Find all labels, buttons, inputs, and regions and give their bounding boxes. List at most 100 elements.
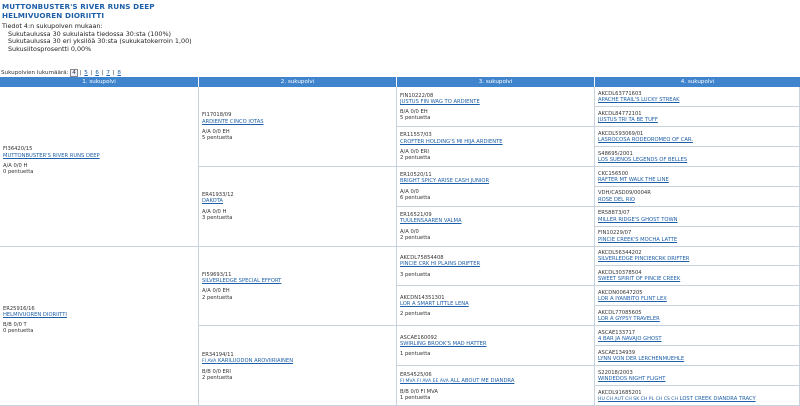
pedigree-cell: CKC156500 RAFTER MT WALK THE LINE: [595, 166, 800, 187]
dog-name-link[interactable]: APACHE TRAIL'S LUCKY STREAK: [598, 97, 797, 103]
pedigree-cell: ER16521/09 TUULENSAAREN VALMA A/A 0/0 2 pen…: [397, 206, 595, 247]
dog-name: CROFTER HOLDING'S MI HIJA ARDIENTE: [400, 138, 503, 145]
title-prefix: FI MVA FI AVA EE AVA: [400, 378, 449, 384]
litter-count: 5 pentuetta: [400, 115, 431, 122]
generation-selector-label: Sukupolvien lukumäärä:: [1, 70, 69, 76]
dog-name-link[interactable]: LOR A IYANBITO FLINT LEX: [598, 296, 797, 302]
generation-option-6[interactable]: 6: [95, 70, 99, 76]
dog-name: JUSTUS FIN WAG TO ARDIENTE: [400, 98, 480, 105]
pedigree-cell: FIN10229/07 PINCIE CREEK'S MOCHA LATTE: [595, 226, 800, 247]
dog-name-link[interactable]: 4 BAR JA NAVAJO GHOST: [598, 336, 797, 342]
litter-count: 2 pentuetta: [400, 311, 431, 318]
dog-name-link[interactable]: FI MVA FI AVA EE AVA ALL ABOUT ME DIANDR…: [400, 378, 592, 385]
dog-name: LOR A GYPSY TRAVELER: [598, 316, 660, 323]
litter-count: 2 pentuetta: [202, 375, 233, 382]
page-header: MUTTONBUSTER'S RIVER RUNS DEEP HELMIVUOR…: [2, 2, 155, 20]
dog-name-link[interactable]: LOR A GYPSY TRAVELER: [598, 316, 797, 322]
litter-count: 1 pentuetta: [400, 351, 431, 358]
column-header-gen4: 4. sukupolvi: [595, 77, 800, 87]
litter-count: 0 pentuetta: [3, 168, 34, 175]
pedigree-cell: FIN10222/08 JUSTUS FIN WAG TO ARDIENTE B/A…: [397, 87, 595, 127]
pedigree-cell: S22018/2003 WINDEDOS NIGHT FLIGHT: [595, 366, 800, 387]
pedigree-cell: AKCDL75854408 PINCIE CRK HI PLAINS DRIFTE…: [397, 246, 595, 287]
pedigree-cell: ER10520/11 BRIGHT SPICY ARISE CASH JUNIOR…: [397, 166, 595, 207]
litter-count: 3 pentuetta: [202, 214, 233, 221]
dog-name-link[interactable]: SWEET SPIRIT OF PINCIE CREEK: [598, 276, 797, 282]
pedigree-cell: S48695/2001 LOS SUEÑOS LEGENDS OF BELLES: [595, 146, 800, 167]
pedigree-cell: ER11557/03 CROFTER HOLDING'S MI HIJA ARDI…: [397, 126, 595, 167]
pedigree-cell: AKCDL77085605 LOR A GYPSY TRAVELER: [595, 306, 800, 327]
dog-name: RAFTER MT WALK THE LINE: [598, 176, 669, 183]
dog-name: BRIGHT SPICY ARISE CASH JUNIOR: [400, 178, 490, 185]
dog-title-dam: HELMIVUOREN DIORIITTI: [2, 11, 105, 20]
litter-count: 3 pentuetta: [400, 271, 431, 278]
pedigree-info: Tiedot 4:n sukupolven mukaan: Sukutaulus…: [2, 22, 192, 53]
dog-name: APACHE TRAIL'S LUCKY STREAK: [598, 96, 680, 103]
dog-name: JUSTUS TRI TA BE TUFF: [598, 116, 658, 123]
litter-count: 0 pentuetta: [3, 328, 34, 335]
dog-name-link[interactable]: HU CH AUT CH SK CH PL CH CS CH LOST CREE…: [598, 396, 797, 403]
litter-count: 2 pentuetta: [202, 294, 233, 301]
dog-name-link[interactable]: LOS SUEÑOS LEGENDS OF BELLES: [598, 157, 797, 163]
pedigree-cell: AKCDL593069/01 LASROCOSA RODEOROMEO OF CA…: [595, 126, 800, 147]
dog-name: HELMIVUOREN DIORIITTI: [3, 312, 67, 319]
dog-name: ROSE DEL RIO: [598, 196, 635, 203]
dog-name: ALL ABOUT ME DIANDRA: [450, 377, 515, 384]
dog-name-link[interactable]: ROSE DEL RIO: [598, 197, 797, 203]
pedigree-cell: ER41933/12 DAKOTA A/A 0/0 H3 pentuetta: [199, 166, 397, 247]
pedigree-cell: AKCDL84772101 JUSTUS TRI TA BE TUFF: [595, 106, 800, 127]
litter-count: 2 pentuetta: [400, 234, 431, 241]
column-header-gen1: 1. sukupolvi: [0, 77, 199, 87]
dog-name-link[interactable]: PINCIE CREEK'S MOCHA LATTE: [598, 237, 797, 243]
litter-count: 2 pentuetta: [400, 155, 431, 162]
pedigree-cell: AKCDN00647205 LOR A IYANBITO FLINT LEX: [595, 286, 800, 307]
litter-count: 1 pentuetta: [400, 395, 431, 402]
dog-name: MILLER RIDGE'S GHOST TOWN: [598, 216, 678, 223]
generation-option-5[interactable]: 5: [84, 70, 88, 76]
dog-name-link[interactable]: JUSTUS TRI TA BE TUFF: [598, 117, 797, 123]
pedigree-cell: AKCDL63771603 APACHE TRAIL'S LUCKY STREAK: [595, 87, 800, 107]
generation-option-4[interactable]: 4: [70, 69, 78, 77]
dog-name: WINDEDOS NIGHT FLIGHT: [598, 376, 666, 383]
dog-name: LOS SUEÑOS LEGENDS OF BELLES: [598, 156, 688, 163]
dog-name-link[interactable]: FI AVA KARILUODON AROVIIRIAINEN: [202, 358, 394, 365]
pedigree-cell: ASCAE134939 LYNN VON DER LERCHENMUEHLE: [595, 346, 800, 367]
pedigree-cell: FI36420/15 MUTTONBUSTER'S RIVER RUNS DEEP…: [0, 87, 199, 247]
pedigree-cell: ER25916/16 HELMIVUOREN DIORIITTI B/B 0/0 T…: [0, 246, 199, 406]
dog-name-link[interactable]: RAFTER MT WALK THE LINE: [598, 177, 797, 183]
pedigree-cell: AKCDL56344202 SILVERLEDGE PINCIERCRK DRIF…: [595, 246, 800, 267]
generation-selector: Sukupolvien lukumäärä: 4 | 5 | 6 | 7 | 8: [1, 69, 121, 77]
pedigree-cell: ER34194/11 FI AVA KARILUODON AROVIIRIAINE…: [199, 326, 397, 406]
dog-name: KARILUODON AROVIIRIAINEN: [217, 357, 294, 364]
dog-name: LYNN VON DER LERCHENMUEHLE: [598, 356, 685, 363]
dog-name: LASROCOSA RODEOROMEO OF CAR.: [598, 136, 694, 143]
dog-name-link[interactable]: LYNN VON DER LERCHENMUEHLE: [598, 356, 797, 362]
pedigree-table: 1. sukupolvi 2. sukupolvi 3. sukupolvi 4…: [0, 77, 800, 406]
litter-count: 6 pentuetta: [400, 194, 431, 201]
pedigree-cell: ER58873/07 MILLER RIDGE'S GHOST TOWN: [595, 206, 800, 227]
dog-name: SWIRLING BROOK'S MAD HATTER: [400, 341, 487, 348]
dog-name-link[interactable]: LASROCOSA RODEOROMEO OF CAR.: [598, 137, 797, 143]
info-line-inbreeding: Sukusiitosprosentti 0,00%: [8, 44, 92, 53]
dog-name: PINCIE CRK HI PLAINS DRIFTER: [400, 261, 481, 268]
pedigree-cell: AKCDL30378504 SWEET SPIRIT OF PINCIE CREE…: [595, 266, 800, 287]
dog-name: PINCIE CREEK'S MOCHA LATTE: [598, 236, 678, 243]
generation-option-7[interactable]: 7: [106, 70, 110, 76]
pedigree-cell: AKCDN14351301 LOR A SMART LITTLE LENA 2 pe…: [397, 286, 595, 327]
dog-name-link[interactable]: WINDEDOS NIGHT FLIGHT: [598, 376, 797, 382]
column-header-gen3: 3. sukupolvi: [397, 77, 595, 87]
dog-name: LOST CREEK DIANDRA TRACY: [679, 396, 756, 403]
dog-name-link[interactable]: MILLER RIDGE'S GHOST TOWN: [598, 217, 797, 223]
litter-count: 5 pentuetta: [202, 135, 233, 142]
pedigree-cell: FI17018/09 ARDIENTE CINCO IOTAS A/A 0/0 EH…: [199, 87, 397, 167]
generation-option-8[interactable]: 8: [117, 70, 121, 76]
dog-name: ARDIENTE CINCO IOTAS: [202, 118, 264, 125]
dog-name: 4 BAR JA NAVAJO GHOST: [598, 336, 662, 343]
dog-name: SWEET SPIRIT OF PINCIE CREEK: [598, 276, 681, 283]
dog-name: SILVERLEDGE SPECIAL EFFORT: [202, 278, 282, 285]
dog-name: MUTTONBUSTER'S RIVER RUNS DEEP: [3, 152, 100, 159]
pedigree-cell: VDH/CASD09/0004R ROSE DEL RIO: [595, 186, 800, 207]
dog-name-link[interactable]: SILVERLEDGE PINCIERCRK DRIFTER: [598, 256, 797, 262]
dog-name: LOR A IYANBITO FLINT LEX: [598, 296, 667, 303]
dog-title-sire: MUTTONBUSTER'S RIVER RUNS DEEP: [2, 2, 155, 11]
